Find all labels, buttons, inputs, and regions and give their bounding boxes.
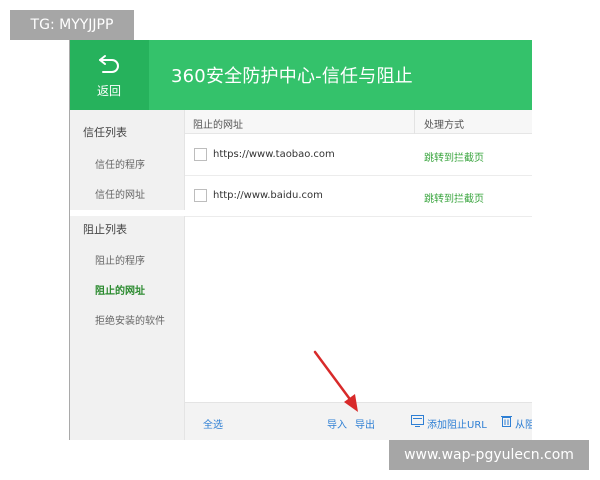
column-header-action: 处理方式 — [424, 120, 464, 131]
add-blocked-url-button[interactable]: 添加阻止URL — [427, 416, 487, 431]
main-panel: 阻止的网址 处理方式 https://www.taobao.com 跳转到拦截页… — [185, 110, 532, 440]
sidebar-item-trusted-urls[interactable]: 信任的网址 — [95, 186, 145, 201]
export-button[interactable]: 导出 — [355, 416, 375, 431]
screenshot-stage: 返回 360安全防护中心-信任与阻止 信任列表 信任的程序 信任的网址 阻止列表… — [0, 0, 600, 480]
back-label: 返回 — [96, 84, 121, 98]
watermark-top-left: TG: MYYJJPP — [10, 10, 134, 40]
row-checkbox[interactable] — [194, 189, 207, 202]
column-separator — [414, 110, 415, 134]
sidebar-item-refused-software[interactable]: 拒绝安装的软件 — [95, 312, 165, 327]
sidebar-section-block: 阻止列表 — [83, 223, 127, 236]
remove-from-block-button[interactable]: 从阻 — [515, 416, 532, 431]
sidebar-divider — [69, 210, 185, 216]
row-action[interactable]: 跳转到拦截页 — [424, 149, 484, 164]
sidebar: 信任列表 信任的程序 信任的网址 阻止列表 阻止的程序 阻止的网址 拒绝安装的软… — [69, 110, 185, 440]
table-row[interactable]: https://www.taobao.com 跳转到拦截页 — [185, 135, 532, 176]
back-arrow-icon — [99, 55, 119, 73]
row-checkbox[interactable] — [194, 148, 207, 161]
sidebar-item-blocked-urls[interactable]: 阻止的网址 — [95, 282, 145, 297]
row-action[interactable]: 跳转到拦截页 — [424, 190, 484, 205]
table-header: 阻止的网址 处理方式 — [185, 110, 532, 134]
window-title: 360安全防护中心-信任与阻止 — [171, 66, 413, 87]
add-url-icon — [411, 415, 424, 427]
header-bar: 返回 360安全防护中心-信任与阻止 — [69, 40, 532, 110]
import-button[interactable]: 导入 — [327, 416, 347, 431]
window-left-border — [69, 40, 70, 440]
sidebar-item-trusted-programs[interactable]: 信任的程序 — [95, 156, 145, 171]
security-center-window: 返回 360安全防护中心-信任与阻止 信任列表 信任的程序 信任的网址 阻止列表… — [69, 40, 532, 440]
table-row[interactable]: http://www.baidu.com 跳转到拦截页 — [185, 176, 532, 217]
sidebar-item-blocked-programs[interactable]: 阻止的程序 — [95, 252, 145, 267]
footer-toolbar: 全选 导入 导出 添加阻止URL 从阻 — [185, 402, 532, 440]
row-url: http://www.baidu.com — [213, 190, 323, 201]
watermark-bottom-right: www.wap-pgyulecn.com — [389, 440, 589, 470]
back-button[interactable]: 返回 — [69, 40, 149, 110]
select-all-button[interactable]: 全选 — [203, 416, 223, 431]
column-header-url: 阻止的网址 — [193, 120, 243, 131]
trash-icon — [501, 416, 512, 427]
row-url: https://www.taobao.com — [213, 149, 335, 160]
sidebar-section-trust: 信任列表 — [83, 126, 127, 139]
